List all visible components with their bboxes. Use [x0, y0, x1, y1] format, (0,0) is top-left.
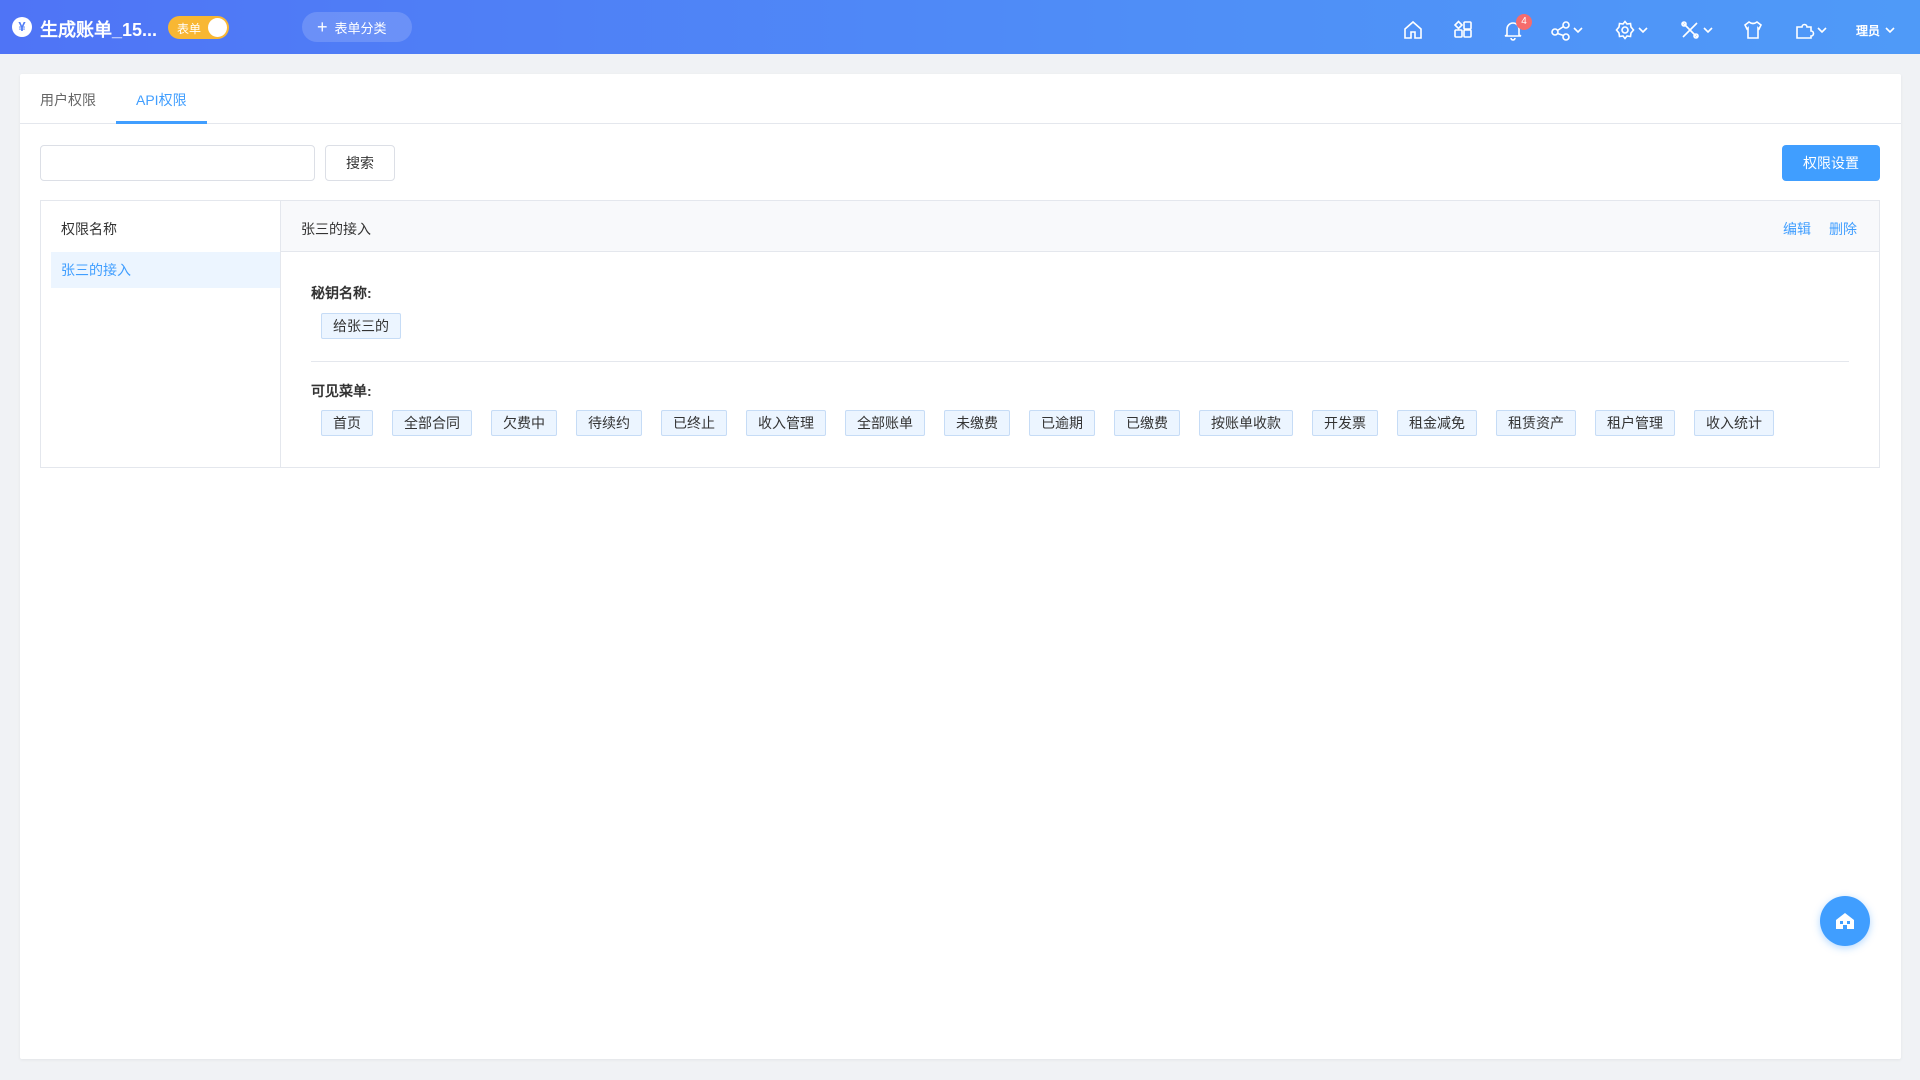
chevron-down-icon	[1885, 27, 1895, 34]
grid-apps-icon[interactable]	[1452, 16, 1474, 44]
share-icon[interactable]	[1550, 16, 1588, 44]
app-title[interactable]: 生成账单_15...	[40, 16, 157, 42]
shirt-icon[interactable]	[1742, 16, 1764, 44]
form-toggle[interactable]: 表单	[168, 16, 229, 39]
search-button[interactable]: 搜索	[325, 145, 395, 181]
menu-tag: 全部账单	[845, 410, 925, 436]
menu-tag: 开发票	[1312, 410, 1378, 436]
plus-icon: +	[317, 17, 328, 37]
toggle-knob	[208, 18, 227, 37]
permission-panel: 权限名称 张三的接入 张三的接入 编辑 删除 秘钥名称: 给张三的 可见菜单: …	[40, 200, 1880, 468]
menu-tag: 已逾期	[1029, 410, 1095, 436]
permission-settings-button[interactable]: 权限设置	[1782, 145, 1880, 181]
menu-tag: 未缴费	[944, 410, 1010, 436]
menu-tag: 全部合同	[392, 410, 472, 436]
edit-link[interactable]: 编辑	[1783, 219, 1811, 239]
menu-tag: 已终止	[661, 410, 727, 436]
menu-tags: 首页 全部合同 欠费中 待续约 已终止 收入管理 全部账单 未缴费 已逾期 已缴…	[321, 410, 1774, 436]
top-bar: ¥ 生成账单_15... 表单 + 表单分类 4 理员	[0, 0, 1920, 54]
search-input[interactable]	[40, 145, 315, 181]
plugin-icon[interactable]	[1794, 16, 1832, 44]
tab-user-permissions[interactable]: 用户权限	[40, 90, 96, 110]
detail-header: 张三的接入 编辑 删除	[281, 201, 1879, 252]
menu-section-label: 可见菜单:	[311, 383, 372, 399]
key-section-label: 秘钥名称:	[311, 285, 372, 301]
menu-tag: 首页	[321, 410, 373, 436]
floating-home-button[interactable]	[1820, 896, 1870, 946]
active-tab-indicator	[116, 121, 207, 124]
menu-tag: 租金减免	[1397, 410, 1477, 436]
menu-tag: 已缴费	[1114, 410, 1180, 436]
tools-icon[interactable]	[1680, 16, 1718, 44]
list-item[interactable]: 张三的接入	[51, 252, 280, 288]
detail-title: 张三的接入	[301, 221, 371, 237]
permission-list: 权限名称 张三的接入	[41, 201, 281, 467]
menu-tag: 收入统计	[1694, 410, 1774, 436]
permission-list-header: 权限名称	[61, 221, 117, 237]
section-divider	[311, 361, 1849, 362]
menu-tag: 收入管理	[746, 410, 826, 436]
add-category-button[interactable]: + 表单分类	[302, 12, 412, 42]
bell-icon[interactable]: 4	[1502, 14, 1532, 44]
tab-api-permissions[interactable]: API权限	[136, 90, 187, 110]
user-menu[interactable]: 理员	[1856, 16, 1896, 44]
key-tag: 给张三的	[321, 313, 401, 339]
delete-link[interactable]: 删除	[1829, 219, 1857, 239]
toggle-label: 表单	[177, 22, 202, 36]
home-icon[interactable]	[1402, 16, 1424, 44]
user-label: 理员	[1856, 23, 1881, 38]
main-card: 用户权限 API权限 搜索 权限设置 权限名称 张三的接入 张三的接入 编辑 删…	[20, 74, 1901, 1059]
menu-tag: 按账单收款	[1199, 410, 1293, 436]
key-tags: 给张三的	[321, 313, 401, 339]
menu-tag: 租户管理	[1595, 410, 1675, 436]
notification-badge: 4	[1516, 14, 1532, 30]
permission-detail: 张三的接入 编辑 删除 秘钥名称: 给张三的 可见菜单: 首页 全部合同 欠费中…	[281, 201, 1879, 467]
yen-icon: ¥	[12, 17, 32, 37]
building-icon	[1836, 913, 1854, 929]
menu-tag: 租赁资产	[1496, 410, 1576, 436]
tab-bar: 用户权限 API权限	[20, 74, 1901, 124]
menu-tag: 欠费中	[491, 410, 557, 436]
menu-tag: 待续约	[576, 410, 642, 436]
settings-icon[interactable]	[1615, 16, 1653, 44]
add-category-label: 表单分类	[334, 20, 387, 36]
